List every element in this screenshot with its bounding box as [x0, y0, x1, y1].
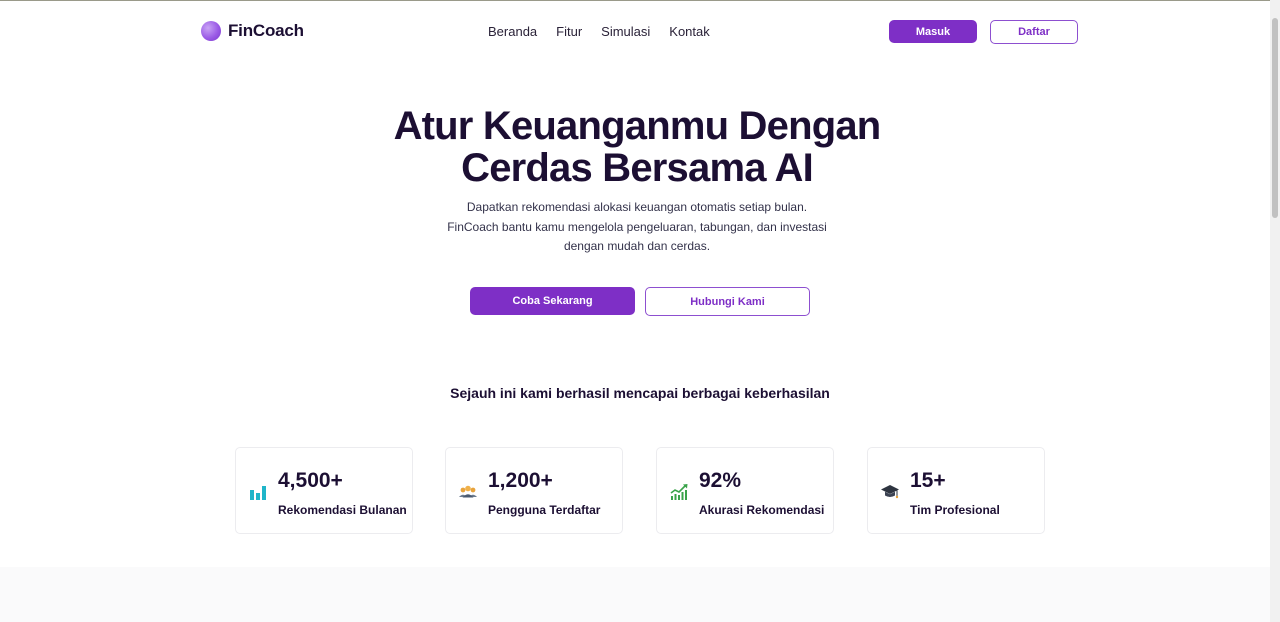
scrollbar-thumb[interactable] — [1272, 18, 1278, 218]
graduation-cap-icon — [881, 485, 899, 499]
hero-title-line-2: Cerdas Bersama AI — [461, 146, 814, 190]
brand-name: FinCoach — [228, 21, 304, 40]
stat-card-accuracy: 92% Akurasi Rekomendasi — [656, 447, 834, 534]
stat-card-recommendations: 4,500+ Rekomendasi Bulanan — [235, 447, 413, 534]
stats-heading: Sejauh ini kami berhasil mencapai berbag… — [450, 385, 830, 401]
stat-card-users: 1,200+ Pengguna Terdaftar — [445, 447, 623, 534]
next-section-background — [0, 567, 1270, 622]
hero-title: Atur Keuanganmu Dengan Cerdas Bersama AI — [330, 105, 944, 189]
nav-links: Beranda Fitur Simulasi Kontak — [488, 24, 710, 39]
stat-value: 15+ — [910, 469, 946, 492]
stat-value: 92% — [699, 469, 742, 492]
users-icon — [459, 485, 477, 498]
stat-value: 1,200+ — [488, 469, 553, 492]
navbar: FinCoach Beranda Fitur Simulasi Kontak M… — [0, 0, 1270, 64]
logo-circle-icon — [201, 21, 221, 41]
hero-title-line-1: Atur Keuanganmu Dengan — [393, 104, 882, 148]
stat-value: 4,500+ — [278, 469, 343, 492]
login-button[interactable]: Masuk — [889, 20, 977, 43]
try-now-button[interactable]: Coba Sekarang — [470, 287, 635, 315]
page-scrollbar[interactable] — [1270, 0, 1280, 622]
stat-label: Akurasi Rekomendasi — [699, 503, 825, 517]
nav-link-kontak[interactable]: Kontak — [669, 24, 709, 39]
register-button[interactable]: Daftar — [990, 20, 1078, 44]
stat-label: Pengguna Terdaftar — [488, 503, 601, 517]
hero-subtitle-line-2: FinCoach bantu kamu mengelola pengeluara… — [447, 219, 827, 234]
contact-us-button[interactable]: Hubungi Kami — [645, 287, 810, 316]
bar-chart-icon — [250, 486, 266, 500]
hero-subtitle-line-1: Dapatkan rekomendasi alokasi keuangan ot… — [466, 200, 808, 214]
hero-subtitle-line-3: dengan mudah dan cerdas. — [563, 239, 711, 253]
stat-label: Rekomendasi Bulanan — [278, 503, 407, 517]
trend-up-icon — [670, 484, 688, 500]
stat-card-team: 15+ Tim Profesional — [867, 447, 1045, 534]
stat-label: Tim Profesional — [910, 503, 1000, 517]
nav-link-beranda[interactable]: Beranda — [488, 24, 537, 39]
brand-logo[interactable]: FinCoach — [201, 21, 304, 41]
nav-link-simulasi[interactable]: Simulasi — [601, 24, 650, 39]
nav-link-fitur[interactable]: Fitur — [556, 24, 582, 39]
hero-subtitle: Dapatkan rekomendasi alokasi keuangan ot… — [420, 198, 854, 257]
